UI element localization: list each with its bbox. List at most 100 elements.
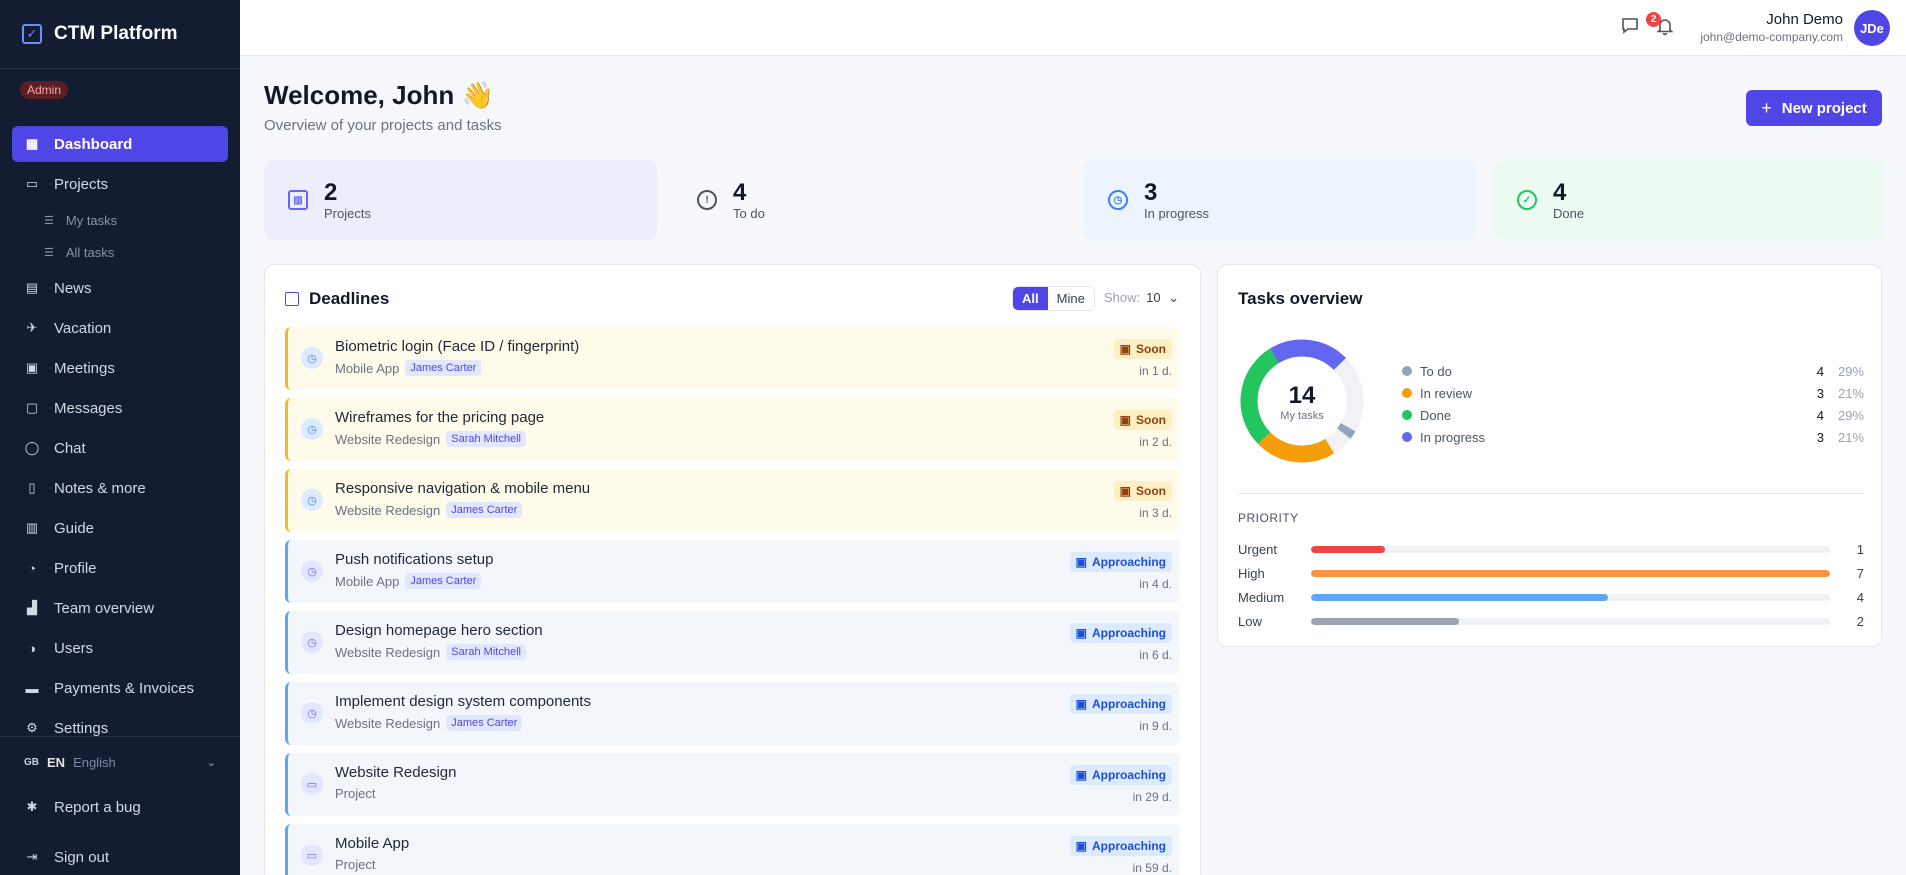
- language-code: EN: [47, 754, 66, 770]
- new-project-label: New project: [1781, 99, 1867, 117]
- clock-icon: ◷: [301, 418, 323, 440]
- deadline-item[interactable]: ▭ Website Redesign Project ▣ Approaching in 2…: [285, 753, 1180, 816]
- deadline-item[interactable]: ◷ Responsive navigation & mobile menu Webs…: [285, 469, 1180, 532]
- users-icon: ◑: [28, 640, 36, 656]
- stat-card-done[interactable]: ✓ 4 Done: [1493, 160, 1886, 240]
- legend-count: 3: [1816, 385, 1824, 401]
- filter-all-button[interactable]: All: [1013, 287, 1048, 310]
- user-info[interactable]: John Demo john@demo-company.com: [1700, 11, 1843, 44]
- deadline-due: in 59 d.: [1132, 861, 1172, 875]
- sidebar-item-team-overview[interactable]: ▟ Team overview: [12, 590, 228, 626]
- messages-icon[interactable]: [1620, 16, 1640, 41]
- donut-slice-in-progress[interactable]: [1269, 339, 1346, 371]
- sidebar-item-label: Guide: [54, 519, 95, 537]
- sidebar-item-label: My tasks: [65, 212, 118, 228]
- sidebar-item-projects[interactable]: ▭ Projects: [12, 166, 228, 202]
- legend-label: In review: [1420, 385, 1473, 401]
- sidebar-item-label: News: [54, 279, 92, 297]
- stat-label: To do: [733, 205, 765, 221]
- deadline-item[interactable]: ◷ Implement design system components Websi…: [285, 682, 1180, 745]
- deadline-status-badge: ▣ Soon: [1113, 410, 1172, 430]
- deadline-status-badge: ▣ Soon: [1113, 339, 1172, 359]
- deadline-meta: Project: [335, 857, 375, 872]
- sidebar-item-payments-invoices[interactable]: ▬ Payments & Invoices: [12, 670, 228, 706]
- app-title: CTM Platform: [54, 23, 178, 44]
- stat-card-projects[interactable]: ▥ 2 Projects: [264, 160, 657, 240]
- avatar[interactable]: JDe: [1854, 10, 1890, 46]
- legend-item: To do 4 29%: [1402, 360, 1864, 382]
- deadline-status-badge: ▣ Approaching: [1069, 836, 1172, 856]
- stat-card-in-progress[interactable]: ◷ 3 In progress: [1084, 160, 1477, 240]
- donut-total: 14: [1288, 382, 1316, 409]
- deadline-meta: Website Redesign James Carter: [335, 715, 523, 731]
- sidebar-item-all-tasks[interactable]: ☰ All tasks: [12, 238, 228, 266]
- deadline-item[interactable]: ◷ Design homepage hero section Website Red…: [285, 611, 1180, 674]
- deadline-item[interactable]: ◷ Wireframes for the pricing page Website …: [285, 398, 1180, 461]
- sidebar-item-my-tasks[interactable]: ☰ My tasks: [12, 206, 228, 234]
- sidebar-item-label: Sign out: [54, 848, 110, 866]
- deadline-due: in 3 d.: [1139, 506, 1172, 520]
- sidebar-item-sign-out[interactable]: ⇥ Sign out: [12, 839, 228, 875]
- deadline-project: Mobile App: [335, 360, 400, 376]
- sidebar-item-notes-more[interactable]: ▯ Notes & more: [12, 470, 228, 506]
- new-project-button[interactable]: + New project: [1746, 90, 1882, 126]
- plane-icon: ✈: [26, 320, 38, 335]
- donut-slice-to-do[interactable]: [1337, 422, 1356, 439]
- sidebar-item-vacation[interactable]: ✈ Vacation: [12, 310, 228, 346]
- deadline-project: Mobile App: [335, 573, 400, 589]
- donut-slice-in-review[interactable]: [1258, 431, 1335, 463]
- sidebar-item-report-a-bug[interactable]: ✱ Report a bug: [12, 789, 228, 825]
- deadline-status: Soon: [1136, 413, 1166, 427]
- deadline-due: in 2 d.: [1139, 435, 1172, 449]
- deadline-status-badge: ▣ Approaching: [1069, 552, 1172, 572]
- sidebar-item-label: Team overview: [54, 599, 155, 617]
- sidebar-item-messages[interactable]: ▢ Messages: [12, 390, 228, 426]
- show-count-select[interactable]: Show: 10 ⌄: [1104, 290, 1179, 306]
- checkbox-logo-icon: ✓: [22, 24, 42, 44]
- show-value: 10: [1146, 290, 1161, 305]
- deadline-meta: Mobile App James Carter: [335, 360, 482, 376]
- assignee-pill: James Carter: [405, 573, 482, 589]
- sidebar-item-dashboard[interactable]: ▦ Dashboard: [12, 126, 228, 162]
- assignee-pill: Sarah Mitchell: [446, 431, 526, 447]
- sidebar-item-news[interactable]: ▤ News: [12, 270, 228, 306]
- legend-label: Done: [1420, 407, 1452, 423]
- sidebar-item-meetings[interactable]: ▣ Meetings: [12, 350, 228, 386]
- priority-bar: [1311, 569, 1830, 577]
- stat-card-to-do[interactable]: ! 4 To do: [673, 160, 1066, 240]
- sidebar-item-label: Vacation: [54, 319, 112, 337]
- show-label: Show:: [1104, 290, 1141, 305]
- deadline-item[interactable]: ▭ Mobile App Project ▣ Approaching in 59 d.: [285, 824, 1180, 875]
- page-subtitle: Overview of your projects and tasks: [264, 117, 502, 134]
- calendar-icon: ▣: [1075, 555, 1087, 569]
- deadline-item[interactable]: ◷ Biometric login (Face ID / fingerprint)…: [285, 327, 1180, 390]
- sidebar-item-label: Users: [54, 639, 94, 657]
- topbar: [240, 0, 1906, 56]
- deadline-status: Approaching: [1092, 697, 1166, 711]
- deadline-project: Website Redesign: [335, 715, 441, 731]
- deadline-meta: Website Redesign James Carter: [335, 502, 523, 518]
- status-legend: To do 4 29% In review 3 21% Done 4 29% In progres…: [1402, 360, 1864, 448]
- sidebar-item-users[interactable]: ◑ Users: [12, 630, 228, 666]
- deadline-due: in 4 d.: [1139, 577, 1172, 591]
- deadline-status: Approaching: [1092, 839, 1166, 853]
- deadline-status-badge: ▣ Soon: [1113, 481, 1172, 501]
- legend-dot: [1402, 432, 1412, 442]
- calendar-icon: ▣: [1119, 342, 1131, 356]
- filter-mine-button[interactable]: Mine: [1047, 287, 1094, 310]
- filter-toggle: All Mine: [1012, 286, 1095, 311]
- card-icon: ▬: [25, 680, 39, 696]
- stat-label: In progress: [1144, 205, 1210, 221]
- sidebar-item-profile[interactable]: ◔ Profile: [12, 550, 228, 586]
- language-selector[interactable]: GB EN English ⌄: [0, 749, 240, 775]
- clock-icon: ◷: [301, 560, 323, 582]
- sidebar-item-chat[interactable]: ◯ Chat: [12, 430, 228, 466]
- priority-label: Low: [1238, 613, 1262, 629]
- deadline-status: Soon: [1136, 342, 1166, 356]
- deadlines-header: Deadlines: [285, 289, 389, 309]
- deadline-project: Project: [335, 786, 376, 801]
- brand[interactable]: ✓ CTM Platform: [0, 0, 240, 69]
- deadline-item[interactable]: ◷ Push notifications setup Mobile App James…: [285, 540, 1180, 603]
- sidebar-item-guide[interactable]: ▥ Guide: [12, 510, 228, 546]
- clock-icon: ◷: [301, 347, 323, 369]
